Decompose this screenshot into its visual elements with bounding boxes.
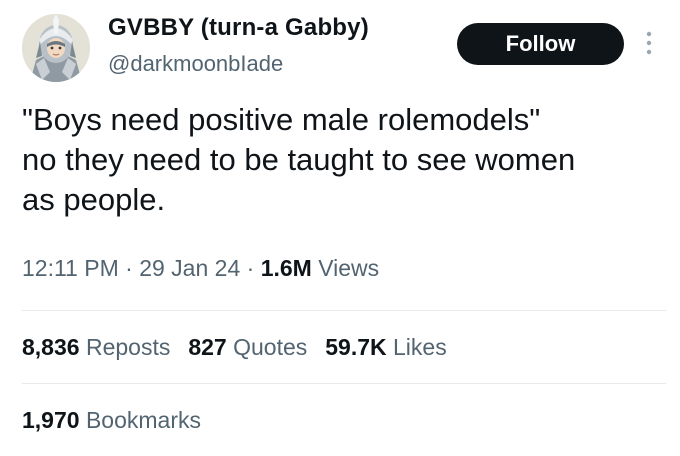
quotes-count: 827 xyxy=(188,334,227,360)
quotes-stat[interactable]: 827 Quotes xyxy=(188,334,307,360)
follow-button[interactable]: Follow xyxy=(457,23,624,65)
likes-label: Likes xyxy=(393,334,447,360)
tweet-meta: 12:11 PM · 29 Jan 24 · 1.6M Views xyxy=(22,255,379,282)
views-label: Views xyxy=(318,255,380,281)
engagement-stats: 8,836 Reposts 827 Quotes 59.7K Likes xyxy=(22,334,465,361)
bookmarks-count: 1,970 xyxy=(22,407,80,433)
armored-character-avatar-icon xyxy=(22,14,90,82)
tweet-date[interactable]: 29 Jan 24 xyxy=(139,255,240,281)
reposts-label: Reposts xyxy=(85,334,171,360)
tweet-card: GVBBY (turn-a Gabby) @darkmoonbIade Foll… xyxy=(0,0,680,456)
author-display-name[interactable]: GVBBY (turn-a Gabby) xyxy=(108,14,369,42)
author-handle[interactable]: @darkmoonbIade xyxy=(108,51,283,77)
likes-stat[interactable]: 59.7K Likes xyxy=(325,334,446,360)
views-count: 1.6M xyxy=(260,255,312,281)
tweet-text: "Boys need positive male rolemodels" no … xyxy=(22,102,576,217)
meta-separator: · xyxy=(125,255,133,281)
likes-count: 59.7K xyxy=(325,334,387,360)
meta-separator: · xyxy=(246,255,255,281)
quotes-label: Quotes xyxy=(233,334,308,360)
tweet-time[interactable]: 12:11 PM xyxy=(22,255,119,281)
reposts-stat[interactable]: 8,836 Reposts xyxy=(22,334,170,360)
more-vertical-icon[interactable] xyxy=(644,30,654,60)
bookmarks-label: Bookmarks xyxy=(85,407,201,433)
bookmarks-stat[interactable]: 1,970 Bookmarks xyxy=(22,407,201,434)
divider xyxy=(22,310,666,311)
divider xyxy=(22,383,666,384)
reposts-count: 8,836 xyxy=(22,334,80,360)
author-avatar[interactable] xyxy=(22,14,90,82)
